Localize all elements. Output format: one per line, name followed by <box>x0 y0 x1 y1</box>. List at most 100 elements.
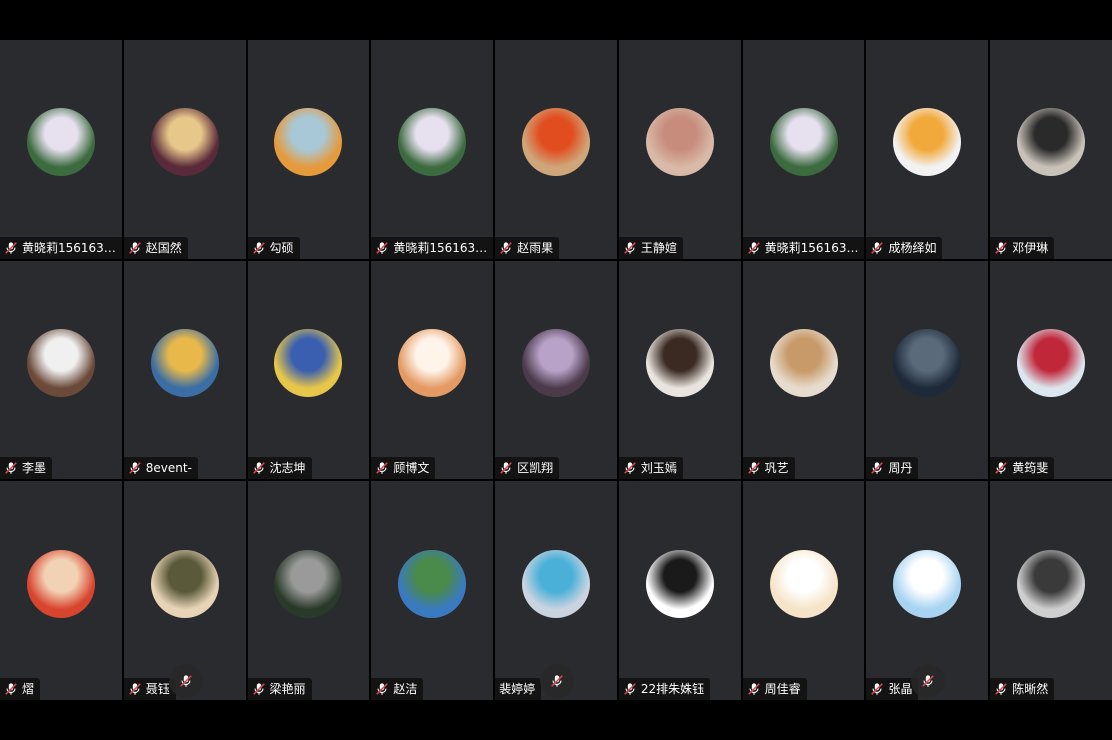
participant-name-tag: 赵国然 <box>123 236 188 259</box>
cartoon-girl-avatar <box>26 549 95 618</box>
participant-tile[interactable]: 李墨 <box>0 260 122 480</box>
skier-avatar <box>1017 328 1086 397</box>
participant-name-tag: 周丹 <box>866 457 919 480</box>
participant-name-tag: 陈晰然 <box>990 678 1055 700</box>
participant-name: 黄晓莉1561634... <box>393 240 494 255</box>
participant-name: 熠 <box>22 682 35 696</box>
muted-mic-icon <box>747 682 761 696</box>
participant-name: 赵洁 <box>393 682 418 696</box>
muted-mic-indicator-icon <box>168 664 203 698</box>
participant-name: 8event- <box>145 461 192 476</box>
participant-tile[interactable]: 黄晓莉1561634... <box>742 40 865 259</box>
participant-tile[interactable]: 勾硕 <box>247 40 370 259</box>
muted-mic-icon <box>499 461 513 475</box>
participant-name: 裴婷婷 <box>499 682 536 696</box>
wedding-photo-avatar <box>769 108 838 177</box>
muted-mic-icon <box>4 461 18 475</box>
participant-tile[interactable]: 赵雨果 <box>495 40 617 259</box>
participant-tile[interactable]: 黄筠斐 <box>990 260 1112 480</box>
participant-name: 顾博文 <box>393 461 430 476</box>
participant-tile[interactable]: 黄晓莉1561634... <box>371 40 494 259</box>
muted-mic-icon <box>128 461 142 475</box>
muted-mic-icon <box>128 241 142 255</box>
participant-tile[interactable]: 陈晰然 <box>990 481 1112 700</box>
hand-avatar <box>398 328 467 397</box>
participant-tile[interactable]: 聂钰 <box>123 481 246 700</box>
muted-mic-icon <box>4 682 18 696</box>
participant-tile[interactable]: 顾博文 <box>371 260 494 480</box>
participant-tile[interactable]: 熠 <box>0 481 122 700</box>
participant-name: 黄晓莉1561634... <box>22 240 122 255</box>
participant-tile[interactable]: 赵国然 <box>123 40 246 259</box>
participant-name-tag: 沈志坤 <box>247 457 312 480</box>
participant-tile[interactable]: 周丹 <box>866 260 989 480</box>
coastal-town-avatar <box>398 549 467 618</box>
muted-mic-icon <box>252 461 266 475</box>
participant-name: 沈志坤 <box>269 461 306 476</box>
participant-name: 巩艺 <box>764 461 789 476</box>
participant-name-tag: 王静媗 <box>618 236 683 259</box>
participant-tile[interactable]: 22排朱姝钰 <box>618 481 741 700</box>
participant-name: 区凯翔 <box>517 461 554 476</box>
participant-name-tag: 巩艺 <box>742 457 795 480</box>
mountain-sunset-avatar <box>150 549 219 618</box>
participant-name-tag: 聂钰 <box>123 678 176 700</box>
participant-tile[interactable]: 8event- <box>123 260 246 480</box>
participant-grid: 黄晓莉1561634... 赵国然 勾硕 黄晓莉1561634... 赵雨果 王静媗 黄晓莉… <box>0 40 1112 700</box>
muted-mic-icon <box>499 241 513 255</box>
participant-name: 梁艳丽 <box>269 682 306 696</box>
participant-tile[interactable]: 巩艺 <box>742 260 865 480</box>
military-portrait-avatar <box>1017 549 1086 618</box>
participant-name: 勾硕 <box>269 240 294 255</box>
participant-tile[interactable]: 区凯翔 <box>495 260 617 480</box>
cartoon-hamster-avatar <box>769 549 838 618</box>
participant-name-tag: 熠 <box>0 678 41 700</box>
muted-mic-icon <box>252 682 266 696</box>
participant-name-tag: 22排朱姝钰 <box>618 678 711 700</box>
participant-name-tag: 勾硕 <box>247 236 300 259</box>
cat-avatar <box>769 328 838 397</box>
participant-name: 周丹 <box>888 461 913 476</box>
participant-tile[interactable]: 张晶 <box>866 481 989 700</box>
participant-tile[interactable]: 黄晓莉1561634... <box>0 40 122 259</box>
muted-mic-icon <box>747 461 761 475</box>
muted-mic-icon <box>870 461 884 475</box>
wedding-photo-avatar <box>398 108 467 177</box>
participant-name: 邓伊琳 <box>1012 240 1049 255</box>
cartoon-bear-pig-avatar <box>893 108 962 177</box>
participant-name-tag: 赵雨果 <box>495 236 560 259</box>
participant-tile[interactable]: 周佳睿 <box>742 481 865 700</box>
participant-name-tag: 李墨 <box>0 457 53 480</box>
participant-name: 陈晰然 <box>1012 682 1049 696</box>
building-avatar <box>521 108 590 177</box>
participant-tile[interactable]: 成杨绎如 <box>866 40 989 259</box>
muted-mic-icon <box>623 461 637 475</box>
participant-name-tag: 黄筠斐 <box>990 457 1055 480</box>
participant-tile[interactable]: 赵洁 <box>371 481 494 700</box>
participant-name: 22排朱姝钰 <box>640 682 705 696</box>
participant-tile[interactable]: 邓伊琳 <box>990 40 1112 259</box>
participant-name-tag: 赵洁 <box>371 678 424 700</box>
helmet-rider-avatar <box>274 549 343 618</box>
participant-tile[interactable]: 梁艳丽 <box>247 481 370 700</box>
toy-figure-avatar <box>274 108 343 177</box>
woman-back-avatar <box>645 328 714 397</box>
participant-name: 刘玉嫣 <box>640 461 677 476</box>
participant-name-tag: 黄晓莉1561634... <box>371 236 494 259</box>
participant-name-tag: 刘玉嫣 <box>618 457 683 480</box>
participant-name-tag: 黄晓莉1561634... <box>0 236 122 259</box>
participant-tile[interactable]: 裴婷婷 <box>495 481 617 700</box>
muted-mic-icon <box>252 241 266 255</box>
participant-tile[interactable]: 刘玉嫣 <box>618 260 741 480</box>
muted-mic-icon <box>994 682 1008 696</box>
muted-mic-icon <box>747 241 761 255</box>
participant-name: 王静媗 <box>640 240 677 255</box>
hooded-figure-avatar <box>150 328 219 397</box>
participant-name-tag: 区凯翔 <box>495 457 560 480</box>
participant-tile[interactable]: 王静媗 <box>618 40 741 259</box>
muted-mic-indicator-icon <box>540 664 575 698</box>
muted-mic-icon <box>994 241 1008 255</box>
anime-boy-avatar <box>150 108 219 177</box>
participant-tile[interactable]: 沈志坤 <box>247 260 370 480</box>
muted-mic-icon <box>623 241 637 255</box>
